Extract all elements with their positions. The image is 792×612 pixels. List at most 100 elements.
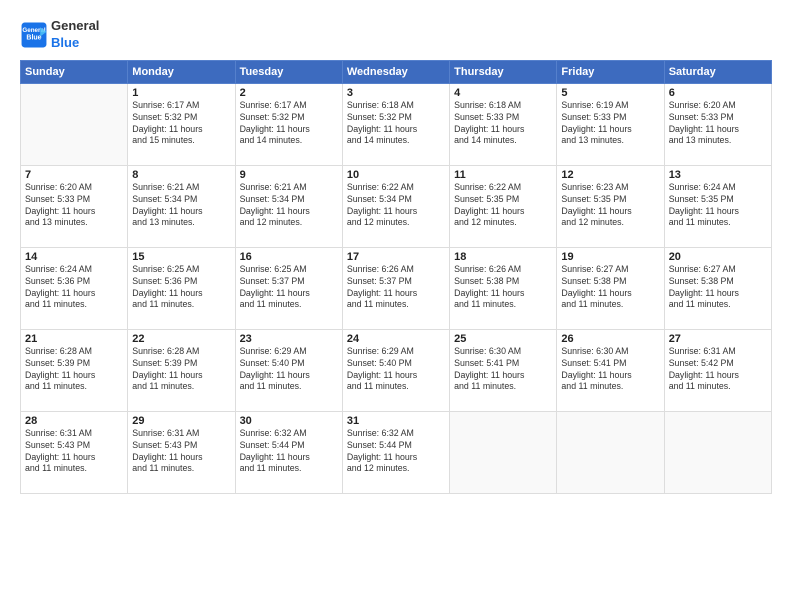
week-row-1: 7Sunrise: 6:20 AMSunset: 5:33 PMDaylight… [21,165,772,247]
week-row-3: 21Sunrise: 6:28 AMSunset: 5:39 PMDayligh… [21,329,772,411]
day-number: 19 [561,251,659,263]
calendar-cell: 29Sunrise: 6:31 AMSunset: 5:43 PMDayligh… [128,411,235,493]
cell-info: Sunrise: 6:26 AMSunset: 5:37 PMDaylight:… [347,264,445,312]
cell-info: Sunrise: 6:32 AMSunset: 5:44 PMDaylight:… [240,428,338,476]
calendar-cell: 26Sunrise: 6:30 AMSunset: 5:41 PMDayligh… [557,329,664,411]
day-number: 1 [132,87,230,99]
calendar-cell [664,411,771,493]
svg-text:Blue: Blue [26,35,41,42]
cell-info: Sunrise: 6:17 AMSunset: 5:32 PMDaylight:… [132,100,230,148]
day-number: 31 [347,415,445,427]
day-number: 17 [347,251,445,263]
day-number: 21 [25,333,123,345]
cell-info: Sunrise: 6:27 AMSunset: 5:38 PMDaylight:… [669,264,767,312]
day-number: 8 [132,169,230,181]
cell-info: Sunrise: 6:25 AMSunset: 5:37 PMDaylight:… [240,264,338,312]
day-number: 2 [240,87,338,99]
weekday-header-sunday: Sunday [21,60,128,83]
day-number: 25 [454,333,552,345]
cell-info: Sunrise: 6:31 AMSunset: 5:43 PMDaylight:… [132,428,230,476]
cell-info: Sunrise: 6:18 AMSunset: 5:32 PMDaylight:… [347,100,445,148]
cell-info: Sunrise: 6:25 AMSunset: 5:36 PMDaylight:… [132,264,230,312]
calendar-cell: 17Sunrise: 6:26 AMSunset: 5:37 PMDayligh… [342,247,449,329]
day-number: 18 [454,251,552,263]
day-number: 29 [132,415,230,427]
calendar-cell: 31Sunrise: 6:32 AMSunset: 5:44 PMDayligh… [342,411,449,493]
weekday-header-row: SundayMondayTuesdayWednesdayThursdayFrid… [21,60,772,83]
week-row-0: 1Sunrise: 6:17 AMSunset: 5:32 PMDaylight… [21,83,772,165]
day-number: 4 [454,87,552,99]
cell-info: Sunrise: 6:18 AMSunset: 5:33 PMDaylight:… [454,100,552,148]
day-number: 7 [25,169,123,181]
cell-info: Sunrise: 6:24 AMSunset: 5:36 PMDaylight:… [25,264,123,312]
calendar-cell: 7Sunrise: 6:20 AMSunset: 5:33 PMDaylight… [21,165,128,247]
weekday-header-thursday: Thursday [450,60,557,83]
calendar-cell: 20Sunrise: 6:27 AMSunset: 5:38 PMDayligh… [664,247,771,329]
calendar-cell: 18Sunrise: 6:26 AMSunset: 5:38 PMDayligh… [450,247,557,329]
day-number: 11 [454,169,552,181]
calendar-cell: 24Sunrise: 6:29 AMSunset: 5:40 PMDayligh… [342,329,449,411]
day-number: 10 [347,169,445,181]
calendar-cell: 8Sunrise: 6:21 AMSunset: 5:34 PMDaylight… [128,165,235,247]
cell-info: Sunrise: 6:28 AMSunset: 5:39 PMDaylight:… [132,346,230,394]
calendar-cell: 5Sunrise: 6:19 AMSunset: 5:33 PMDaylight… [557,83,664,165]
cell-info: Sunrise: 6:30 AMSunset: 5:41 PMDaylight:… [454,346,552,394]
calendar-cell: 14Sunrise: 6:24 AMSunset: 5:36 PMDayligh… [21,247,128,329]
cell-info: Sunrise: 6:32 AMSunset: 5:44 PMDaylight:… [347,428,445,476]
cell-info: Sunrise: 6:27 AMSunset: 5:38 PMDaylight:… [561,264,659,312]
day-number: 30 [240,415,338,427]
week-row-4: 28Sunrise: 6:31 AMSunset: 5:43 PMDayligh… [21,411,772,493]
calendar-cell: 4Sunrise: 6:18 AMSunset: 5:33 PMDaylight… [450,83,557,165]
cell-info: Sunrise: 6:31 AMSunset: 5:43 PMDaylight:… [25,428,123,476]
calendar-cell: 16Sunrise: 6:25 AMSunset: 5:37 PMDayligh… [235,247,342,329]
calendar-cell: 23Sunrise: 6:29 AMSunset: 5:40 PMDayligh… [235,329,342,411]
day-number: 5 [561,87,659,99]
cell-info: Sunrise: 6:28 AMSunset: 5:39 PMDaylight:… [25,346,123,394]
cell-info: Sunrise: 6:20 AMSunset: 5:33 PMDaylight:… [25,182,123,230]
day-number: 22 [132,333,230,345]
calendar-table: SundayMondayTuesdayWednesdayThursdayFrid… [20,60,772,494]
cell-info: Sunrise: 6:31 AMSunset: 5:42 PMDaylight:… [669,346,767,394]
cell-info: Sunrise: 6:20 AMSunset: 5:33 PMDaylight:… [669,100,767,148]
day-number: 20 [669,251,767,263]
weekday-header-friday: Friday [557,60,664,83]
day-number: 16 [240,251,338,263]
logo-text-general: General [51,18,99,35]
calendar-cell: 30Sunrise: 6:32 AMSunset: 5:44 PMDayligh… [235,411,342,493]
day-number: 14 [25,251,123,263]
day-number: 23 [240,333,338,345]
day-number: 13 [669,169,767,181]
calendar-cell: 3Sunrise: 6:18 AMSunset: 5:32 PMDaylight… [342,83,449,165]
weekday-header-wednesday: Wednesday [342,60,449,83]
weekday-header-monday: Monday [128,60,235,83]
header: General Blue General Blue [20,18,772,52]
calendar-cell: 22Sunrise: 6:28 AMSunset: 5:39 PMDayligh… [128,329,235,411]
cell-info: Sunrise: 6:19 AMSunset: 5:33 PMDaylight:… [561,100,659,148]
day-number: 9 [240,169,338,181]
calendar-cell: 2Sunrise: 6:17 AMSunset: 5:32 PMDaylight… [235,83,342,165]
day-number: 15 [132,251,230,263]
page: General Blue General Blue SundayMondayTu… [0,0,792,612]
weekday-header-tuesday: Tuesday [235,60,342,83]
cell-info: Sunrise: 6:24 AMSunset: 5:35 PMDaylight:… [669,182,767,230]
cell-info: Sunrise: 6:22 AMSunset: 5:34 PMDaylight:… [347,182,445,230]
day-number: 6 [669,87,767,99]
cell-info: Sunrise: 6:26 AMSunset: 5:38 PMDaylight:… [454,264,552,312]
day-number: 3 [347,87,445,99]
cell-info: Sunrise: 6:29 AMSunset: 5:40 PMDaylight:… [347,346,445,394]
cell-info: Sunrise: 6:22 AMSunset: 5:35 PMDaylight:… [454,182,552,230]
calendar-cell [557,411,664,493]
calendar-cell: 13Sunrise: 6:24 AMSunset: 5:35 PMDayligh… [664,165,771,247]
week-row-2: 14Sunrise: 6:24 AMSunset: 5:36 PMDayligh… [21,247,772,329]
cell-info: Sunrise: 6:23 AMSunset: 5:35 PMDaylight:… [561,182,659,230]
cell-info: Sunrise: 6:17 AMSunset: 5:32 PMDaylight:… [240,100,338,148]
calendar-cell: 28Sunrise: 6:31 AMSunset: 5:43 PMDayligh… [21,411,128,493]
day-number: 26 [561,333,659,345]
day-number: 24 [347,333,445,345]
cell-info: Sunrise: 6:21 AMSunset: 5:34 PMDaylight:… [132,182,230,230]
calendar-cell: 27Sunrise: 6:31 AMSunset: 5:42 PMDayligh… [664,329,771,411]
logo: General Blue General Blue [20,18,99,52]
calendar-cell: 9Sunrise: 6:21 AMSunset: 5:34 PMDaylight… [235,165,342,247]
day-number: 28 [25,415,123,427]
calendar-cell: 10Sunrise: 6:22 AMSunset: 5:34 PMDayligh… [342,165,449,247]
